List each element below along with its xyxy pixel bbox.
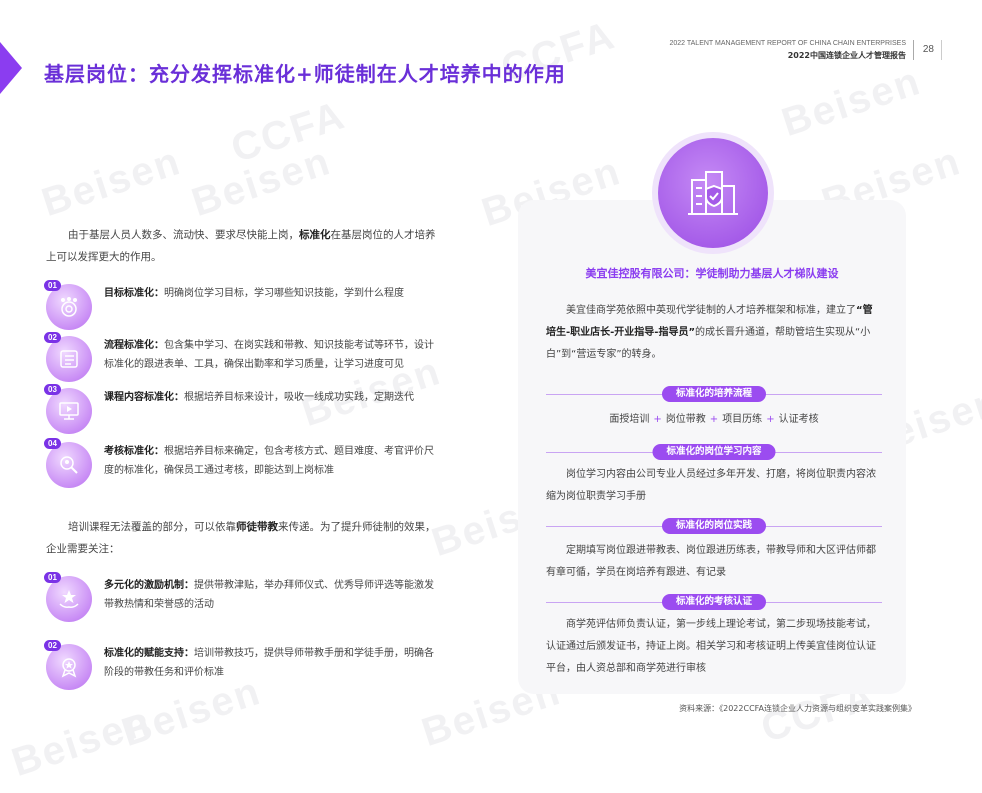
mentor-text: 培训课程无法覆盖的部分，可以依靠 <box>68 521 236 533</box>
standard-badge: 01 <box>44 280 92 330</box>
item-label: 课程内容标准化： <box>104 392 184 403</box>
watermark: Beisen <box>6 698 157 786</box>
standard-item-course: 03 课程内容标准化：根据培养目标来设计，吸收一线成功实践，定期迭代 <box>44 384 446 434</box>
section-text: 商学苑评估师负责认证，第一步线上理论考试，第二步现场技能考试，认证通过后颁发证书… <box>546 619 876 674</box>
standard-badge: 02 <box>44 332 92 382</box>
standard-badge: 04 <box>44 438 92 488</box>
item-text: 明确岗位学习目标，学习哪些知识技能，学到什么程度 <box>164 288 404 299</box>
case-intro: 美宜佳商学苑依照中英现代学徒制的人才培养框架和标准，建立了“管培生-职业店长-开… <box>546 300 882 366</box>
intro-paragraph: 由于基层人员人数多、流动快、要求尽快能上岗，标准化在基层岗位的人才培养上可以发挥… <box>46 224 438 268</box>
item-number: 01 <box>44 572 61 583</box>
item-number: 02 <box>44 640 61 651</box>
item-number: 04 <box>44 438 61 449</box>
item-number: 01 <box>44 280 61 291</box>
intro-text: 由于基层人员人数多、流动快、要求尽快能上岗， <box>68 229 299 241</box>
standard-badge: 03 <box>44 384 92 434</box>
section-text: 岗位学习内容由公司专业人员经过多年开发、打磨，将岗位职责内容浓缩为岗位职责学习手… <box>546 469 876 502</box>
intro-bold: 标准化 <box>299 229 331 241</box>
mentor-item-empower: 02 标准化的赋能支持：培训带教技巧，提供导师带教手册和学徒手册，明确各阶段的带… <box>44 640 446 690</box>
section-pill-row: 标准化的岗位实践 <box>546 518 882 534</box>
section-pill-row: 标准化的考核认证 <box>546 594 882 610</box>
case-icon-circle <box>658 138 768 248</box>
section-pill-row: 标准化的岗位学习内容 <box>546 444 882 460</box>
item-label: 流程标准化： <box>104 340 164 351</box>
flow-step: 项目历练 <box>722 414 763 425</box>
mentor-badge: 02 <box>44 640 92 690</box>
plus-sign: + <box>766 414 775 425</box>
header-divider <box>913 40 914 60</box>
flow-step: 面授培训 <box>609 414 650 425</box>
mentor-item-incentive: 01 多元化的激励机制：提供带教津贴，举办拜师仪式、优秀导师评选等能激发带教热情… <box>44 572 446 622</box>
plus-sign: + <box>709 414 719 425</box>
watermark: Beisen <box>36 138 187 226</box>
mentor-badge: 01 <box>44 572 92 622</box>
page-title: 基层岗位：充分发挥标准化+师徒制在人才培养中的作用 <box>44 62 566 86</box>
section-pill-row: 标准化的培养流程 <box>546 386 882 402</box>
target-people-icon <box>61 297 77 317</box>
section-text: 定期填写岗位跟进带教表、岗位跟进历练表，带教导师和大区评估师都有章可循，学员在岗… <box>546 545 876 578</box>
item-label: 考核标准化： <box>104 446 164 457</box>
item-number: 02 <box>44 332 61 343</box>
case-title: 美宜佳控股有限公司：学徒制助力基层人才梯队建设 <box>585 267 839 280</box>
item-number: 03 <box>44 384 61 395</box>
standard-item-goal: 01 目标标准化：明确岗位学习目标，学习哪些知识技能，学到什么程度 <box>44 280 446 330</box>
section-pill: 标准化的考核认证 <box>661 594 767 610</box>
plus-sign: + <box>653 414 662 425</box>
report-title-cn: 2022中国连锁企业人才管理报告 <box>787 51 906 60</box>
section-pill: 标准化的培养流程 <box>661 386 767 402</box>
mentor-paragraph: 培训课程无法覆盖的部分，可以依靠师徒带教来传递。为了提升师徒制的效果，企业需要关… <box>46 516 438 560</box>
item-label: 多元化的激励机制： <box>104 580 194 591</box>
page-number: 28 <box>922 44 934 55</box>
section-marker <box>0 42 22 94</box>
mentor-bold: 师徒带教 <box>236 521 278 533</box>
assessment-search-icon <box>60 456 78 474</box>
office-building-shield-icon <box>688 171 738 215</box>
process-checklist-icon <box>60 350 78 368</box>
training-flow: 面授培训 + 岗位带教 + 项目历练 + 认证考核 <box>546 410 882 425</box>
flow-step: 岗位带教 <box>665 414 706 425</box>
page-divider <box>941 40 942 60</box>
incentive-hands-icon <box>59 590 79 608</box>
section-pill: 标准化的岗位实践 <box>661 518 767 534</box>
section-pill: 标准化的岗位学习内容 <box>652 444 776 460</box>
empower-badge-icon <box>61 658 77 678</box>
standard-item-process: 02 流程标准化：包含集中学习、在岗实践和带教、知识技能考试等环节，设计标准化的… <box>44 332 446 382</box>
watermark: Beisen <box>776 58 927 146</box>
item-label: 目标标准化： <box>104 288 164 299</box>
case-intro-text: 美宜佳商学苑依照中英现代学徒制的人才培养框架和标准，建立了 <box>566 305 856 316</box>
standard-item-assessment: 04 考核标准化：根据培养目标来确定，包含考核方式、题目难度、考官评价尺度的标准… <box>44 438 446 488</box>
report-title-en: 2022 TALENT MANAGEMENT REPORT OF CHINA C… <box>669 40 906 47</box>
course-screen-icon <box>59 402 79 420</box>
flow-step: 认证考核 <box>778 414 819 425</box>
item-text: 根据培养目标来设计，吸收一线成功实践，定期迭代 <box>184 392 414 403</box>
item-label: 标准化的赋能支持： <box>104 648 194 659</box>
source-note: 资料来源：《2022CCFA连锁企业人力资源与组织变革实践案例集》 <box>679 704 916 713</box>
